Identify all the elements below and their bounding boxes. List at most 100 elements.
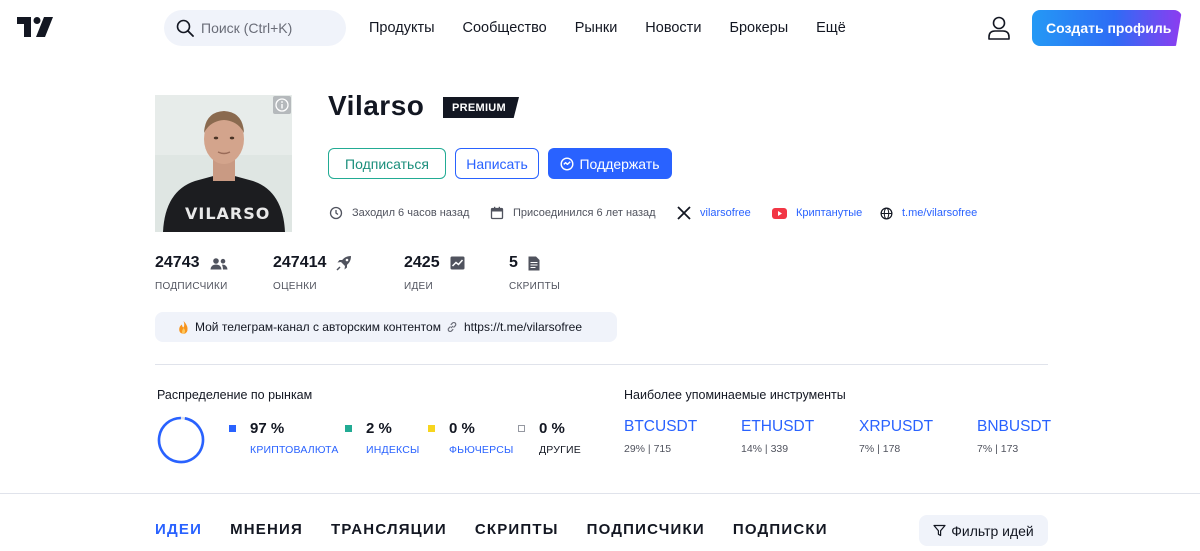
- last-seen: Заходил 6 часов назад: [329, 205, 469, 221]
- nav-products[interactable]: Продукты: [355, 20, 449, 36]
- tab-followers[interactable]: ПОДПИСЧИКИ: [573, 513, 719, 546]
- promo-text: Мой телеграм-канал с авторским контентом: [195, 320, 441, 334]
- indices-swatch: [345, 425, 352, 432]
- support-icon: [560, 156, 574, 171]
- crypto-percent: 97 %: [250, 420, 285, 437]
- avatar: VILARSO: [155, 95, 292, 232]
- stat-scripts[interactable]: 5 СКРИПТЫ: [509, 254, 560, 292]
- stat-ideas-value: 2425: [404, 254, 440, 271]
- search-box[interactable]: Поиск (Ctrl+K): [164, 10, 346, 46]
- nav-markets[interactable]: Рынки: [561, 20, 632, 36]
- chart-icon: [450, 256, 465, 270]
- rocket-icon: [336, 256, 352, 271]
- instrument-stats: 7% | 178: [859, 443, 901, 455]
- tab-streams[interactable]: ТРАНСЛЯЦИИ: [317, 513, 461, 546]
- website-link[interactable]: t.me/vilarsofree: [880, 205, 977, 221]
- stat-followers[interactable]: 24743 ПОДПИСЧИКИ: [155, 254, 228, 292]
- tab-ideas[interactable]: ИДЕИ: [141, 513, 216, 546]
- svg-text:VILARSO: VILARSO: [185, 204, 270, 223]
- search-placeholder: Поиск (Ctrl+K): [201, 20, 293, 36]
- create-profile-button[interactable]: Создать профиль: [1032, 10, 1182, 46]
- username: Vilarso: [328, 90, 425, 121]
- x-icon: [677, 206, 691, 220]
- joined-text: Присоединился 6 лет назад: [513, 207, 656, 219]
- website-url: t.me/vilarsofree: [902, 207, 978, 219]
- stat-scripts-value: 5: [509, 254, 518, 271]
- search-icon: [176, 19, 194, 37]
- tabs-divider: [0, 493, 1200, 494]
- last-seen-text: Заходил 6 часов назад: [352, 207, 470, 219]
- filter-label: Фильтр идей: [951, 522, 1034, 539]
- futures-percent: 0 %: [449, 420, 475, 437]
- youtube-icon: [772, 207, 787, 219]
- tab-opinions[interactable]: МНЕНИЯ: [216, 513, 317, 546]
- instruments-title: Наиболее упоминаемые инструменты: [624, 388, 846, 402]
- stat-boosts-label: ОЦЕНКИ: [273, 281, 317, 292]
- instrument-ethusdt[interactable]: ETHUSDT 14% | 339: [741, 418, 814, 455]
- stat-followers-value: 24743: [155, 254, 200, 271]
- promo-link[interactable]: https://t.me/vilarsofree: [464, 320, 582, 334]
- tradingview-logo[interactable]: [17, 17, 53, 37]
- crypto-label: КРИПТОВАЛЮТА: [250, 444, 339, 456]
- instrument-stats: 29% | 715: [624, 443, 672, 455]
- x-link[interactable]: vilarsofree: [677, 205, 751, 221]
- instrument-symbol: XRPUSDT: [859, 418, 934, 435]
- instrument-xrpusdt[interactable]: XRPUSDT 7% | 178: [859, 418, 933, 455]
- nav-brokers[interactable]: Брокеры: [715, 20, 802, 36]
- filter-ideas-button[interactable]: Фильтр идей: [919, 515, 1048, 546]
- instrument-bnbusdt[interactable]: BNBUSDT 7% | 173: [977, 418, 1051, 455]
- section-divider: [155, 364, 1048, 365]
- instrument-stats: 14% | 339: [741, 443, 789, 455]
- market-futures[interactable]: 0 % ФЬЮЧЕРСЫ: [428, 420, 514, 456]
- market-indices[interactable]: 2 % ИНДЕКСЫ: [345, 420, 420, 456]
- info-icon[interactable]: [273, 96, 291, 114]
- calendar-icon: [490, 206, 504, 220]
- nav-community[interactable]: Сообщество: [449, 20, 561, 36]
- instrument-btcusdt[interactable]: BTCUSDT 29% | 715: [624, 418, 697, 455]
- stat-boosts-value: 247414: [273, 254, 327, 271]
- futures-label: ФЬЮЧЕРСЫ: [449, 444, 514, 456]
- other-percent: 0 %: [539, 420, 565, 437]
- tab-following[interactable]: ПОДПИСКИ: [719, 513, 842, 546]
- people-icon: [210, 257, 227, 269]
- instrument-symbol: BNBUSDT: [977, 418, 1052, 435]
- document-icon: [528, 256, 540, 270]
- support-label: Поддержать: [579, 155, 660, 172]
- other-label: ДРУГИЕ: [539, 444, 581, 456]
- stat-scripts-label: СКРИПТЫ: [509, 281, 561, 292]
- youtube-channel: Криптанутые: [796, 207, 863, 219]
- user-icon[interactable]: [986, 16, 1012, 40]
- x-handle: vilarsofree: [700, 207, 751, 219]
- markets-donut-chart: [157, 416, 205, 464]
- subscribe-button[interactable]: Подписаться: [328, 148, 446, 179]
- stat-boosts[interactable]: 247414 ОЦЕНКИ: [273, 254, 352, 292]
- crypto-swatch: [229, 425, 236, 432]
- market-other: 0 % ДРУГИЕ: [518, 420, 581, 456]
- globe-icon: [880, 207, 893, 219]
- promo-banner: Мой телеграм-канал с авторским контентом…: [155, 312, 617, 342]
- market-crypto[interactable]: 97 % КРИПТОВАЛЮТА: [229, 420, 339, 456]
- indices-label: ИНДЕКСЫ: [366, 444, 420, 456]
- tab-scripts[interactable]: СКРИПТЫ: [461, 513, 573, 546]
- other-swatch: [518, 425, 525, 432]
- message-button[interactable]: Написать: [455, 148, 539, 179]
- nav-more[interactable]: Ещё: [802, 20, 860, 36]
- nav-news[interactable]: Новости: [631, 20, 715, 36]
- futures-swatch: [428, 425, 435, 432]
- filter-icon: [933, 524, 946, 537]
- main-nav: Продукты Сообщество Рынки Новости Брокер…: [355, 0, 860, 56]
- stat-ideas[interactable]: 2425 ИДЕИ: [404, 254, 465, 292]
- markets-title: Распределение по рынкам: [157, 388, 313, 402]
- indices-percent: 2 %: [366, 420, 392, 437]
- link-icon: [447, 322, 457, 332]
- instrument-stats: 7% | 173: [977, 443, 1019, 455]
- support-button[interactable]: Поддержать: [548, 148, 672, 179]
- top-header: Поиск (Ctrl+K) Продукты Сообщество Рынки…: [0, 0, 1200, 56]
- instrument-symbol: BTCUSDT: [624, 418, 698, 435]
- youtube-link[interactable]: Криптанутые: [772, 205, 862, 221]
- stat-followers-label: ПОДПИСЧИКИ: [155, 281, 228, 292]
- fire-icon: [179, 320, 188, 334]
- instrument-symbol: ETHUSDT: [741, 418, 815, 435]
- clock-icon: [329, 206, 343, 220]
- premium-badge: PREMIUM: [443, 97, 519, 118]
